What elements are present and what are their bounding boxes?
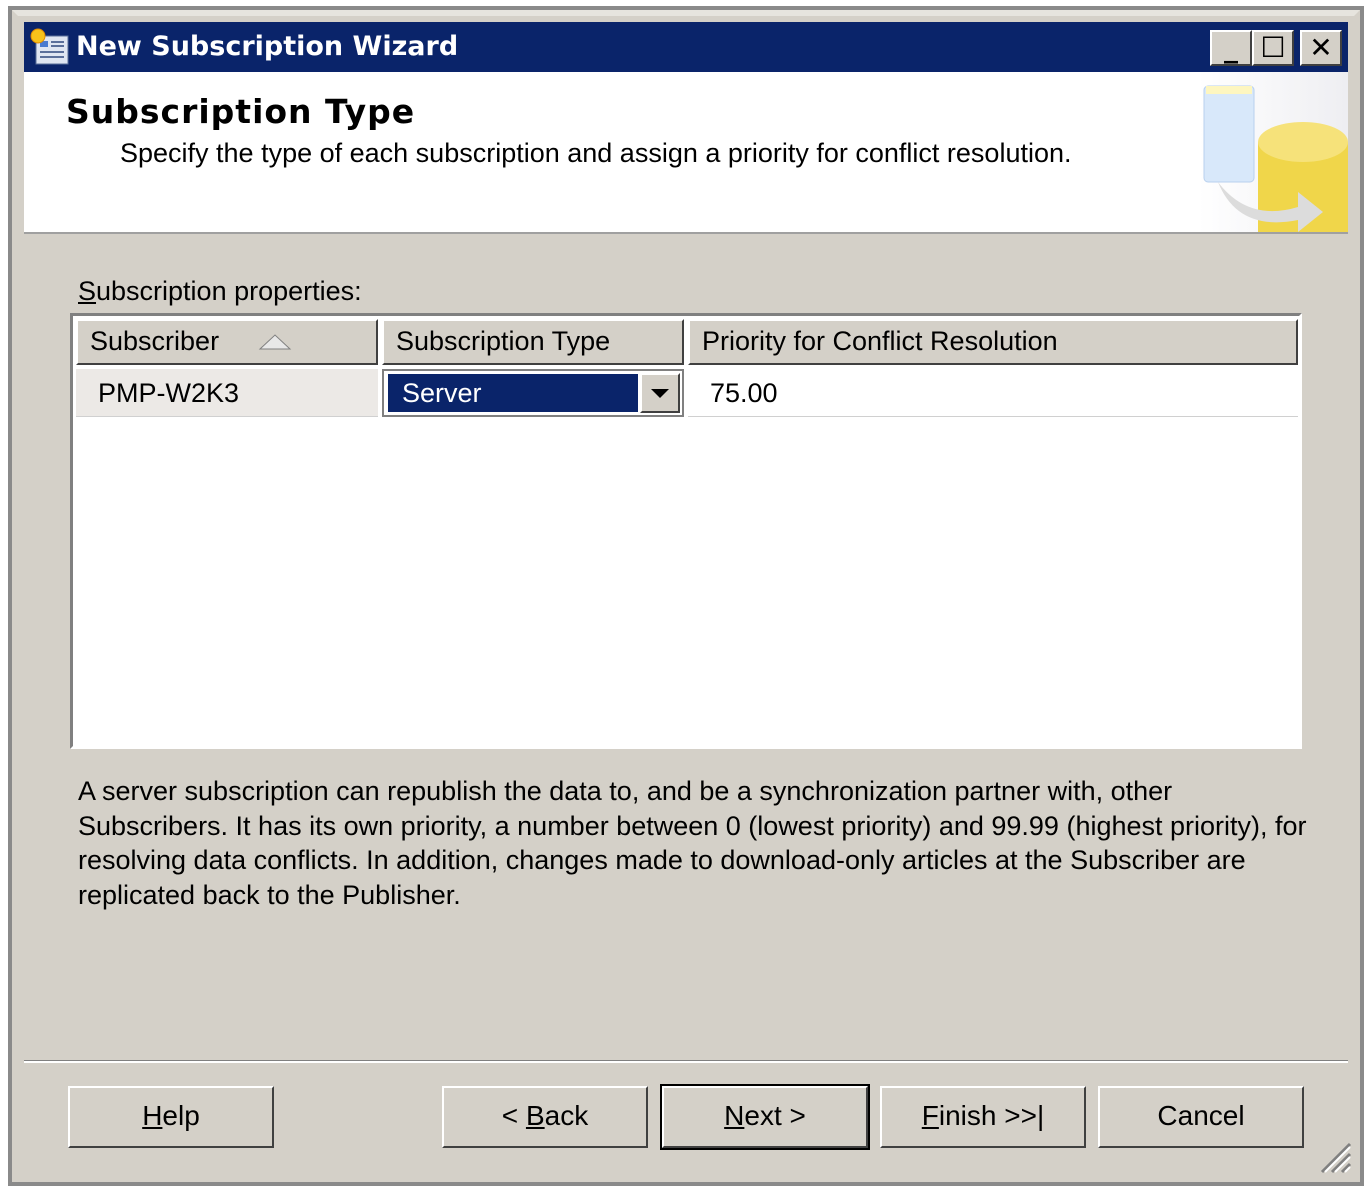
sort-ascending-icon (258, 334, 292, 350)
back-button[interactable]: < Back (442, 1086, 648, 1148)
title-bar[interactable]: New Subscription Wizard _ ☐ ✕ (24, 22, 1348, 72)
column-label: Subscription Type (396, 326, 611, 356)
wizard-app-icon (30, 28, 69, 65)
accel-key: B (525, 1100, 545, 1131)
column-label: Priority for Conflict Resolution (702, 326, 1058, 356)
button-label: elp (162, 1100, 200, 1131)
column-header-subscriber[interactable]: Subscriber (76, 319, 378, 365)
accel-key: F (921, 1100, 939, 1131)
cancel-button[interactable]: Cancel (1098, 1086, 1304, 1148)
wizard-header: Subscription Type Specify the type of ea… (24, 72, 1348, 234)
accel-key: H (142, 1100, 163, 1131)
dropdown-arrow-button[interactable] (640, 373, 680, 413)
button-label: ack (544, 1100, 589, 1131)
button-label: < (501, 1100, 526, 1131)
resize-grip-icon[interactable] (1316, 1138, 1352, 1174)
button-label: ext > (744, 1100, 806, 1131)
chevron-down-icon (651, 389, 669, 398)
help-button[interactable]: Help (68, 1086, 274, 1148)
column-header-priority[interactable]: Priority for Conflict Resolution (688, 319, 1298, 365)
page-title: Subscription Type (66, 92, 416, 131)
label-text: ubscription properties: (96, 276, 362, 306)
page-subtitle: Specify the type of each subscription an… (120, 138, 1072, 168)
accel-key: N (724, 1100, 745, 1131)
close-button[interactable]: ✕ (1300, 30, 1342, 66)
subscription-grid[interactable]: Subscriber Subscription Type Priority fo… (70, 313, 1302, 749)
accel-key: S (78, 276, 97, 306)
subscription-type-description: A server subscription can republish the … (78, 776, 1307, 910)
subscription-properties-label: Subscription properties: (78, 276, 362, 307)
wizard-window: New Subscription Wizard _ ☐ ✕ Subscripti… (8, 6, 1364, 1186)
finish-button[interactable]: Finish >>| (880, 1086, 1086, 1148)
subscriber-cell[interactable]: PMP-W2K3 (76, 369, 378, 417)
column-label: Subscriber (90, 326, 220, 356)
priority-cell[interactable]: 75.00 (688, 369, 1298, 417)
minimize-button[interactable]: _ (1210, 30, 1252, 66)
subscription-type-dropdown[interactable]: Server (382, 369, 684, 417)
separator (24, 1060, 1348, 1063)
next-button[interactable]: Next > (660, 1084, 870, 1150)
subscription-type-value: Server (387, 373, 639, 413)
replication-database-icon (1198, 72, 1348, 232)
window-title: New Subscription Wizard (76, 31, 459, 62)
column-header-subscription-type[interactable]: Subscription Type (382, 319, 684, 365)
button-label: inish >>| (938, 1100, 1045, 1131)
maximize-button[interactable]: ☐ (1252, 30, 1294, 66)
